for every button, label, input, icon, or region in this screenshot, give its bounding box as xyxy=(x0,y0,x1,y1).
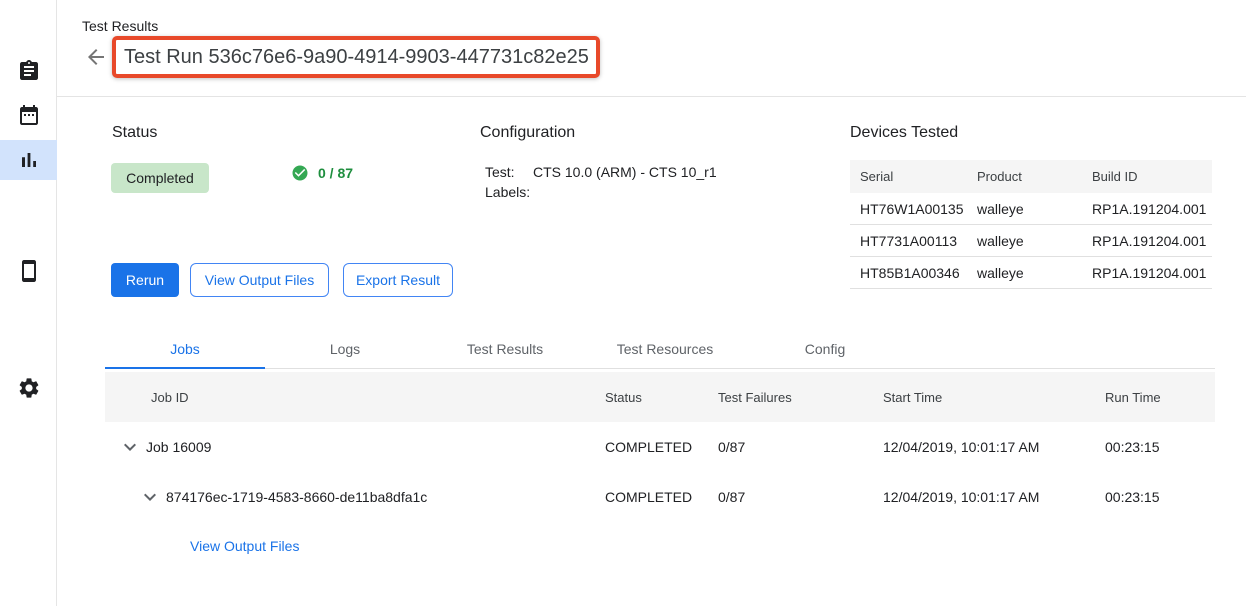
devices-heading: Devices Tested xyxy=(850,124,958,142)
tab-bar: Jobs Logs Test Results Test Resources Co… xyxy=(105,330,1215,369)
jobs-col-status: Status xyxy=(590,390,705,405)
back-button[interactable] xyxy=(84,45,108,69)
page-title-highlight: Test Run 536c76e6-9a90-4914-9903-447731c… xyxy=(112,36,600,78)
job-start-time: 12/04/2019, 10:01:17 AM xyxy=(870,439,1090,455)
jobs-col-jobid: Job ID xyxy=(105,390,590,405)
clipboard-icon xyxy=(17,59,41,83)
job-failures: 0/87 xyxy=(705,439,870,455)
chevron-down-icon[interactable] xyxy=(138,485,162,509)
config-labels-row: Labels: xyxy=(485,184,533,200)
jobs-col-failures: Test Failures xyxy=(705,390,870,405)
devices-col-product: Product xyxy=(967,169,1082,184)
device-buildid: RP1A.191204.001 xyxy=(1082,265,1212,281)
sidebar-item-settings[interactable] xyxy=(0,368,57,408)
smartphone-icon xyxy=(17,259,41,283)
job-row: Job 16009 COMPLETED 0/87 12/04/2019, 10:… xyxy=(105,422,1215,472)
job-attempt-row: 874176ec-1719-4583-8660-de11ba8dfa1c COM… xyxy=(105,472,1215,522)
device-buildid: RP1A.191204.001 xyxy=(1082,201,1212,217)
device-serial: HT85B1A00346 xyxy=(850,265,967,281)
sidebar-item-test-results[interactable] xyxy=(0,140,57,180)
job-run-time: 00:23:15 xyxy=(1090,439,1215,455)
sidebar xyxy=(0,0,57,606)
export-result-button[interactable]: Export Result xyxy=(343,263,453,297)
device-serial: HT7731A00113 xyxy=(850,233,967,249)
job-failures: 0/87 xyxy=(705,489,870,505)
view-output-files-link[interactable]: View Output Files xyxy=(190,538,299,554)
status-heading: Status xyxy=(112,124,157,142)
page-title: Test Run 536c76e6-9a90-4914-9903-447731c… xyxy=(116,46,589,69)
job-status: COMPLETED xyxy=(590,489,705,505)
check-circle-icon xyxy=(291,164,309,182)
device-product: walleye xyxy=(967,265,1082,281)
calendar-icon xyxy=(17,103,41,127)
back-arrow-icon xyxy=(84,45,108,69)
tab-config[interactable]: Config xyxy=(745,330,905,368)
bar-chart-icon xyxy=(17,148,41,172)
job-run-time: 00:23:15 xyxy=(1090,489,1215,505)
sidebar-item-tests[interactable] xyxy=(0,51,57,91)
device-row: HT85B1A00346 walleye RP1A.191204.001 xyxy=(850,257,1212,289)
jobs-col-starttime: Start Time xyxy=(870,390,1090,405)
attempt-id: 874176ec-1719-4583-8660-de11ba8dfa1c xyxy=(166,489,427,505)
view-output-files-button[interactable]: View Output Files xyxy=(190,263,329,297)
pass-ratio: 0 / 87 xyxy=(291,164,353,182)
job-status: COMPLETED xyxy=(590,439,705,455)
configuration-heading: Configuration xyxy=(480,124,575,142)
device-product: walleye xyxy=(967,233,1082,249)
sidebar-item-plans[interactable] xyxy=(0,95,57,135)
jobs-col-runtime: Run Time xyxy=(1090,390,1215,405)
rerun-button[interactable]: Rerun xyxy=(111,263,179,297)
pass-ratio-text: 0 / 87 xyxy=(318,165,353,181)
tab-test-resources[interactable]: Test Resources xyxy=(585,330,745,368)
tab-logs[interactable]: Logs xyxy=(265,330,425,368)
job-id: Job 16009 xyxy=(146,439,211,455)
devices-col-serial: Serial xyxy=(850,169,967,184)
device-row: HT7731A00113 walleye RP1A.191204.001 xyxy=(850,225,1212,257)
gear-icon xyxy=(17,376,41,400)
device-buildid: RP1A.191204.001 xyxy=(1082,233,1212,249)
jobs-table-header: Job ID Status Test Failures Start Time R… xyxy=(105,372,1215,422)
config-test-label: Test: xyxy=(485,164,533,180)
config-test-value: CTS 10.0 (ARM) - CTS 10_r1 xyxy=(533,164,717,180)
device-row: HT76W1A00135 walleye RP1A.191204.001 xyxy=(850,193,1212,225)
breadcrumb: Test Results xyxy=(82,18,158,34)
topbar: Test Results Test Run 536c76e6-9a90-4914… xyxy=(57,0,1246,97)
jobs-table: Job ID Status Test Failures Start Time R… xyxy=(105,372,1215,522)
devices-col-buildid: Build ID xyxy=(1082,169,1212,184)
devices-table: Serial Product Build ID HT76W1A00135 wal… xyxy=(850,160,1212,289)
config-labels-label: Labels: xyxy=(485,184,533,200)
sidebar-item-devices[interactable] xyxy=(0,251,57,291)
chevron-down-icon[interactable] xyxy=(118,435,142,459)
tab-jobs[interactable]: Jobs xyxy=(105,330,265,368)
job-start-time: 12/04/2019, 10:01:17 AM xyxy=(870,489,1090,505)
tab-test-results[interactable]: Test Results xyxy=(425,330,585,368)
device-serial: HT76W1A00135 xyxy=(850,201,967,217)
device-product: walleye xyxy=(967,201,1082,217)
app-root: Test Results Test Run 536c76e6-9a90-4914… xyxy=(0,0,1246,606)
status-badge: Completed xyxy=(111,163,209,193)
config-test-row: Test: CTS 10.0 (ARM) - CTS 10_r1 xyxy=(485,164,717,180)
devices-table-header: Serial Product Build ID xyxy=(850,160,1212,193)
